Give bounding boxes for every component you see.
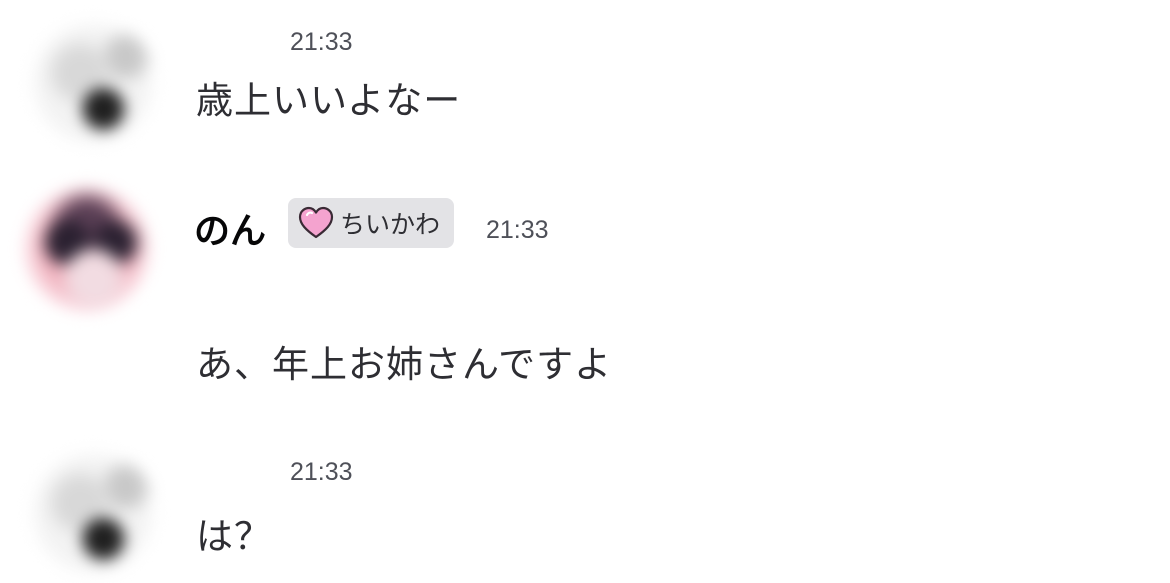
message-timestamp: 21:33 [290, 28, 353, 56]
message-text: あ、年上お姉さんですよ [196, 343, 613, 386]
avatar[interactable] [28, 18, 158, 148]
avatar[interactable] [28, 448, 158, 578]
message-text: は？ [196, 515, 272, 558]
role-tag[interactable]: ちいかわ [288, 198, 455, 248]
message-3: 21:33 は？ [0, 430, 1170, 583]
username[interactable]: のん [194, 202, 266, 254]
avatar[interactable] [22, 184, 152, 314]
message-2: のん ちいかわ 21:33 あ、年上お姉さんですよ [0, 170, 1170, 410]
message-timestamp: 21:33 [290, 458, 353, 486]
message-timestamp: 21:33 [486, 216, 549, 244]
message-text: 歳上いいよなー [196, 79, 462, 122]
pink-heart-icon [298, 206, 334, 239]
message-1: 21:33 歳上いいよなー [0, 0, 1170, 170]
role-tag-label: ちいかわ [340, 210, 441, 239]
